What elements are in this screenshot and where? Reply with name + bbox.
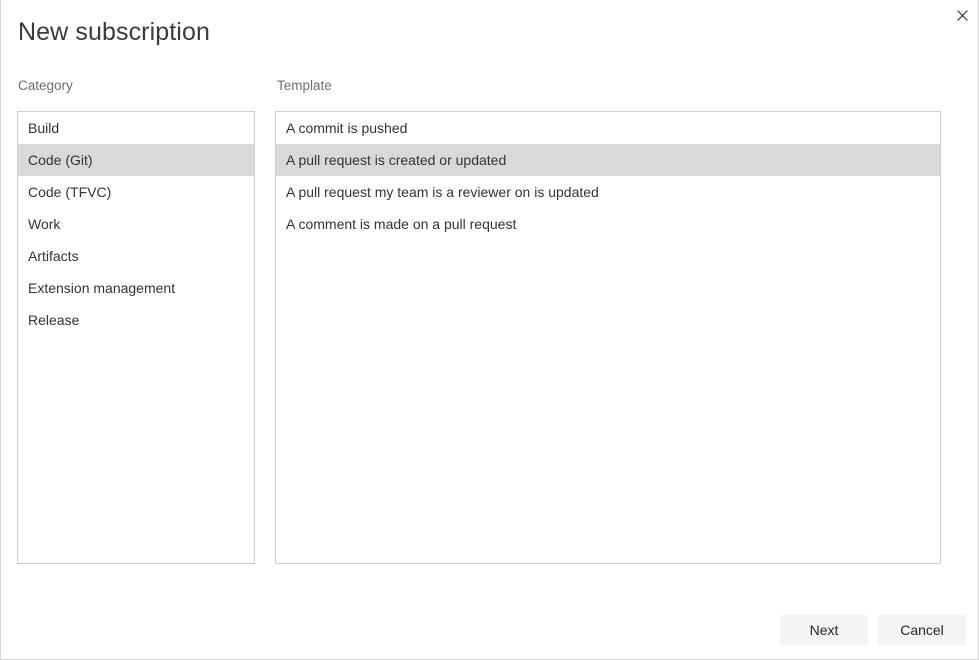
category-item[interactable]: Work [18,208,254,240]
template-listbox[interactable]: A commit is pushed A pull request is crea… [275,111,941,564]
category-column-label: Category [18,78,73,93]
cancel-button[interactable]: Cancel [878,615,966,645]
category-item[interactable]: Code (Git) [18,144,254,176]
category-item[interactable]: Release [18,304,254,336]
category-listbox[interactable]: Build Code (Git) Code (TFVC) Work Artifacts E… [17,111,255,564]
close-button[interactable] [945,0,978,30]
template-item[interactable]: A commit is pushed [276,112,940,144]
template-item[interactable]: A comment is made on a pull request [276,208,940,240]
template-item[interactable]: A pull request is created or updated [276,144,940,176]
template-column-label: Template [277,78,332,93]
category-item[interactable]: Extension management [18,272,254,304]
close-icon [956,9,968,21]
template-item[interactable]: A pull request my team is a reviewer on … [276,176,940,208]
page-title: New subscription [18,18,210,46]
next-button[interactable]: Next [780,615,868,645]
category-item[interactable]: Code (TFVC) [18,176,254,208]
category-item[interactable]: Artifacts [18,240,254,272]
category-item[interactable]: Build [18,112,254,144]
new-subscription-dialog: New subscription Category Template Build… [0,0,979,660]
